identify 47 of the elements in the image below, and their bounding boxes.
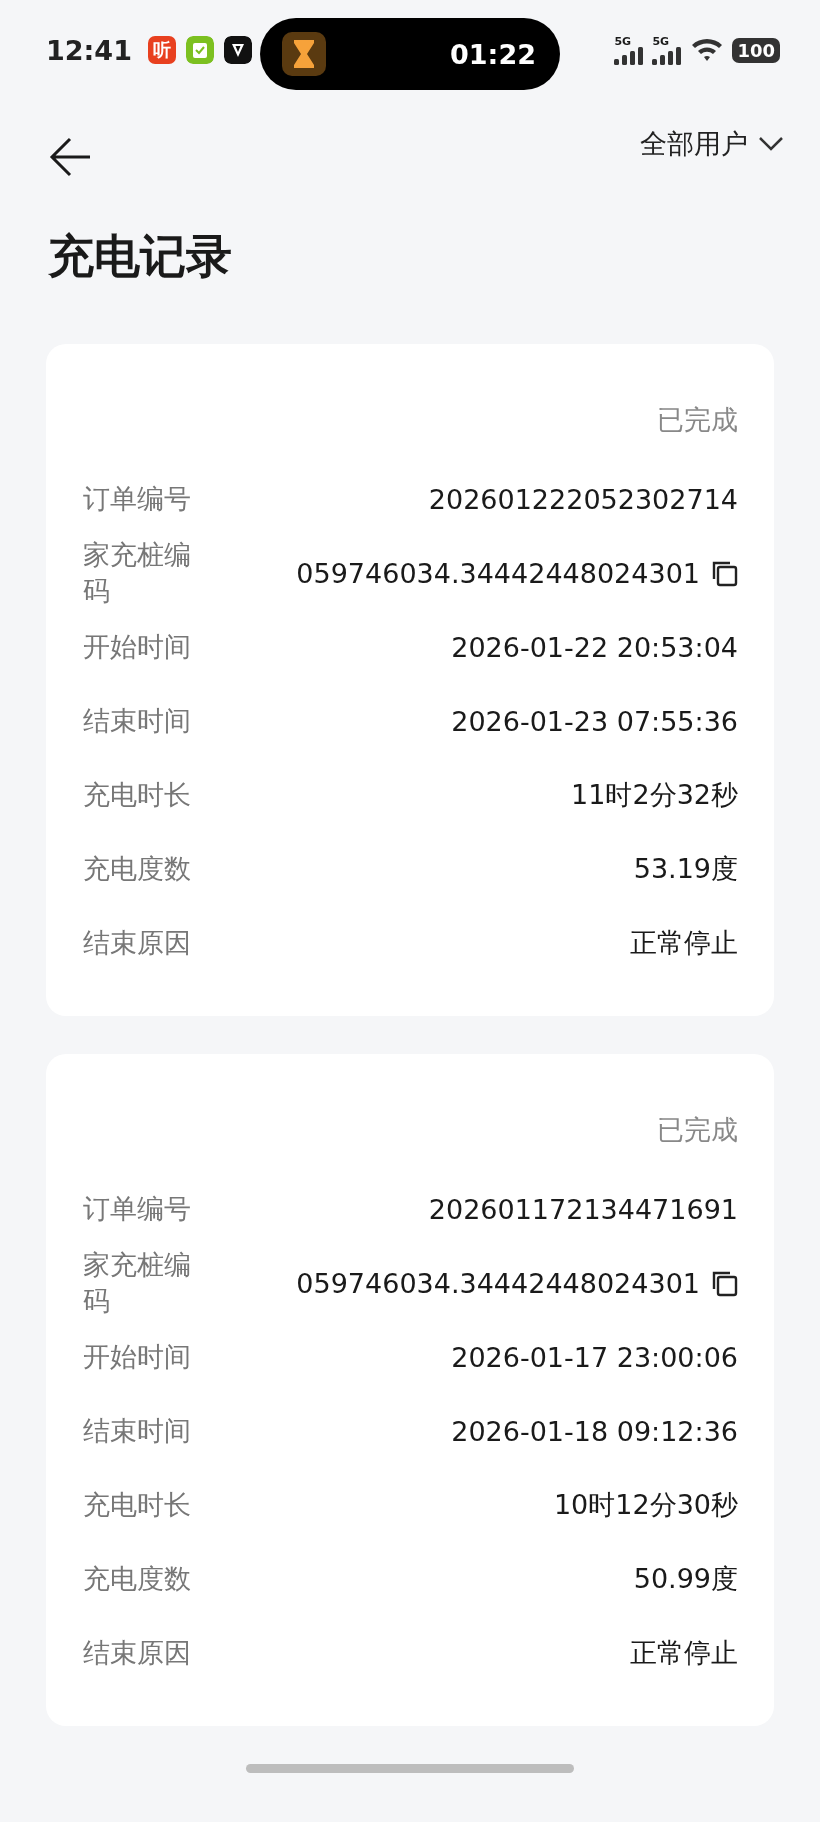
- signal-icon: [652, 46, 683, 65]
- dynamic-island[interactable]: 01:22: [260, 18, 560, 90]
- field-label: 家充桩编码: [83, 1248, 192, 1318]
- field-label: 结束原因: [83, 926, 192, 960]
- page-title: 充电记录: [48, 228, 233, 285]
- network-label: 5G: [614, 35, 632, 47]
- field-label: 结束时间: [83, 704, 192, 738]
- chevron-down-icon: [758, 136, 784, 152]
- field-value: 50.99度: [633, 1562, 738, 1596]
- checklist-app-icon: [185, 36, 214, 64]
- field-value: 059746034.34442448024301: [296, 1267, 700, 1299]
- field-label: 开始时间: [83, 630, 192, 664]
- triangle-app-icon: [223, 36, 252, 64]
- field-label: 充电度数: [83, 1562, 192, 1596]
- field-value: 正常停止: [630, 1636, 738, 1670]
- field-value: 202601172134471691: [428, 1193, 738, 1225]
- field-value: 2026-01-18 09:12:36: [451, 1415, 738, 1447]
- field-label: 充电时长: [83, 778, 192, 812]
- field-label: 开始时间: [83, 1340, 192, 1374]
- field-value: 202601222052302714: [428, 483, 738, 515]
- field-value: 059746034.34442448024301: [296, 557, 700, 589]
- record-status: 已完成: [656, 1113, 738, 1147]
- field-value: 10时12分30秒: [553, 1488, 738, 1522]
- field-value: 53.19度: [633, 852, 738, 886]
- field-label: 充电时长: [83, 1488, 192, 1522]
- signal-icon: [614, 46, 645, 65]
- hourglass-icon: [293, 39, 315, 69]
- record-status: 已完成: [656, 403, 738, 437]
- field-label: 结束时间: [83, 1414, 192, 1448]
- field-value: 11时2分32秒: [571, 778, 738, 812]
- field-label: 订单编号: [83, 482, 192, 516]
- field-value: 2026-01-17 23:00:06: [451, 1341, 738, 1373]
- field-label: 充电度数: [83, 852, 192, 886]
- network-label: 5G: [652, 35, 670, 47]
- battery-indicator: 100: [732, 37, 780, 63]
- field-label: 家充桩编码: [83, 538, 192, 608]
- field-value: 2026-01-23 07:55:36: [451, 705, 738, 737]
- user-filter-dropdown[interactable]: 全部用户: [640, 126, 784, 162]
- copy-icon[interactable]: [710, 1269, 738, 1297]
- field-label: 订单编号: [83, 1192, 192, 1226]
- status-time: 12:41: [46, 34, 132, 66]
- app-icon: 听: [147, 36, 176, 64]
- field-value: 正常停止: [630, 926, 738, 960]
- field-value: 2026-01-22 20:53:04: [451, 631, 738, 663]
- field-label: 结束原因: [83, 1636, 192, 1670]
- timer-text: 01:22: [450, 38, 536, 70]
- copy-icon[interactable]: [710, 559, 738, 587]
